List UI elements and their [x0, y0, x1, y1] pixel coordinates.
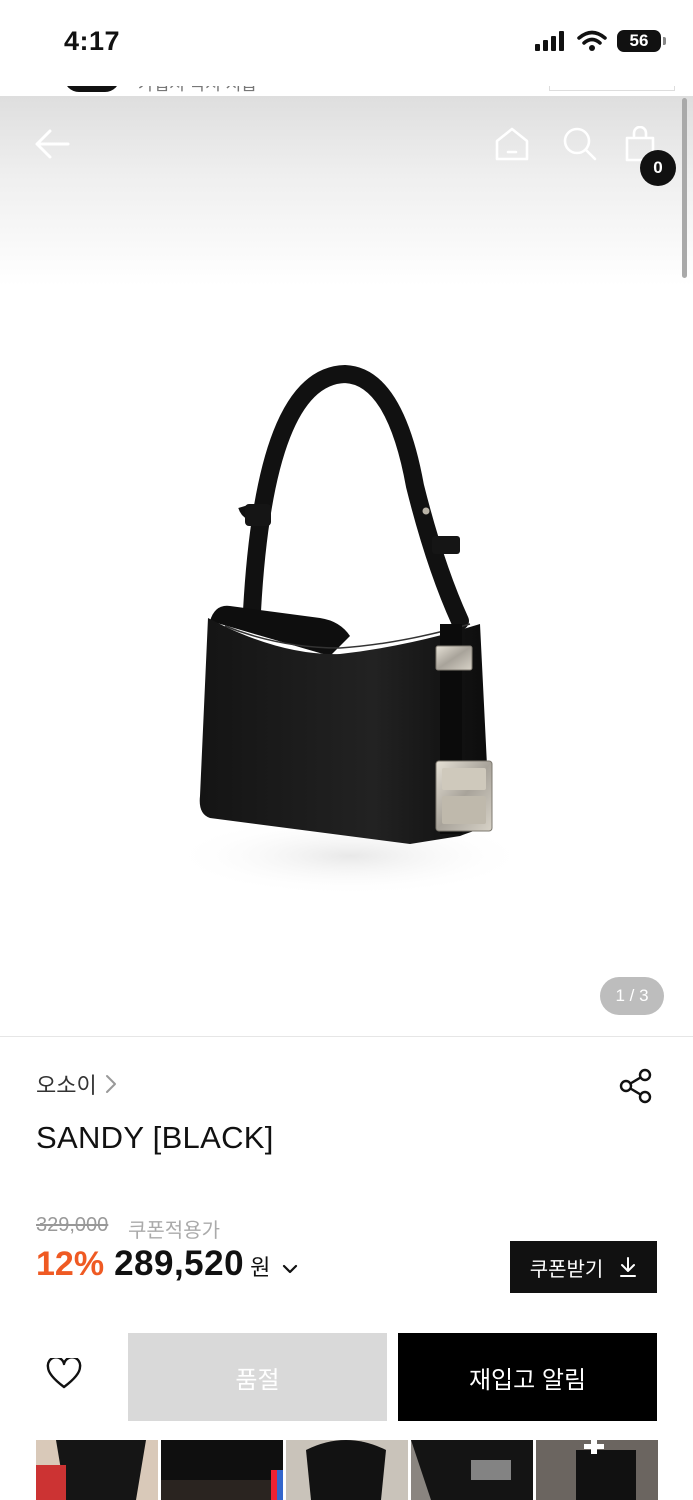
status-icons: 56 [535, 30, 666, 52]
coupon-button-label: 쿠폰받기 [529, 1258, 604, 1281]
back-arrow-icon [35, 129, 70, 159]
review-thumbnails [36, 1440, 658, 1500]
home-button[interactable] [490, 122, 534, 166]
review-photo [36, 1440, 158, 1500]
review-photo [286, 1440, 408, 1500]
brand-link[interactable]: 오소이 [36, 1068, 117, 1100]
search-icon [563, 127, 597, 161]
discount-rate: 12% [36, 1245, 105, 1283]
wifi-icon [577, 30, 607, 51]
review-photo [161, 1440, 283, 1500]
chevron-right-icon [105, 1075, 116, 1093]
image-counter: 1 / 3 [600, 977, 664, 1015]
download-icon [620, 1257, 637, 1277]
share-icon [619, 1068, 652, 1104]
cart-count-badge[interactable]: 0 [640, 150, 676, 186]
home-icon [495, 127, 529, 161]
original-price: 329,000 [36, 1214, 109, 1236]
sale-price: 289,520 [114, 1244, 245, 1283]
share-button[interactable] [618, 1068, 656, 1106]
status-time: 4:17 [64, 26, 121, 56]
restock-alert-button[interactable]: 재입고 알림 [398, 1333, 657, 1421]
product-image-gallery[interactable] [0, 286, 693, 1036]
status-bar: 4:17 56 [0, 0, 693, 86]
soldout-button: 품절 [128, 1333, 387, 1421]
review-thumbnail[interactable] [411, 1440, 533, 1500]
currency-label: 원 [250, 1255, 271, 1280]
coupon-price-note: 쿠폰적용가 [128, 1220, 220, 1242]
top-nav [0, 86, 693, 286]
chevron-down-icon [283, 1264, 298, 1274]
back-button[interactable] [30, 122, 74, 166]
product-image [170, 364, 530, 896]
wishlist-button[interactable] [40, 1350, 88, 1398]
coupon-download-button[interactable]: 쿠폰받기 [510, 1241, 657, 1293]
price-row[interactable]: 12% 289,520 원 [36, 1244, 298, 1284]
review-photo [411, 1440, 533, 1500]
signal-icon [535, 31, 564, 51]
review-photo [536, 1440, 658, 1500]
battery-icon: 56 [617, 30, 666, 52]
scrollbar[interactable] [682, 98, 687, 278]
search-button[interactable] [558, 122, 602, 166]
brand-name: 오소이 [36, 1073, 97, 1098]
review-thumbnail[interactable] [36, 1440, 158, 1500]
product-name: SANDY [BLACK] [36, 1120, 274, 1155]
review-thumbnail[interactable] [161, 1440, 283, 1500]
section-divider [0, 1036, 693, 1037]
review-thumbnail[interactable] [286, 1440, 408, 1500]
review-thumbnail[interactable] [536, 1440, 658, 1500]
heart-icon [46, 1358, 82, 1389]
